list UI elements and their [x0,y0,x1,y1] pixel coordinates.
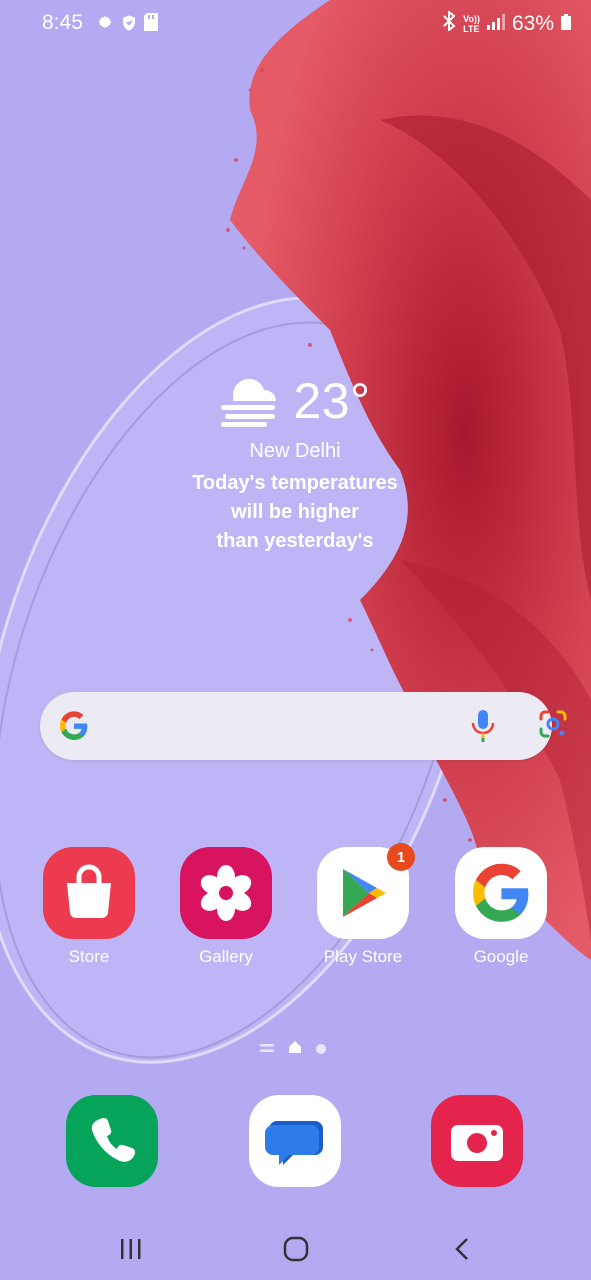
app-label: Google [473,947,529,966]
sd-card-icon [144,13,158,39]
gear-icon [96,13,114,39]
bluetooth-icon [442,9,456,37]
phone-app[interactable] [66,1095,158,1187]
weather-message-line-3: than yesterday's [216,530,374,552]
weather-header: 23° [140,370,450,432]
google-lens-icon[interactable] [537,708,569,745]
navigation-bar [0,1215,591,1280]
weather-message: Today's temperatures will be higher than… [140,469,450,556]
app-gallery[interactable]: Gallery [161,847,291,967]
home-page-icon [288,1040,302,1059]
app-label: Gallery [199,947,253,966]
app-google[interactable]: Google [436,847,566,967]
battery-percent: 63% [511,12,554,35]
wallpaper-art [0,0,591,1064]
dock [0,1095,591,1187]
page-dot-icon [316,1041,326,1059]
battery-icon [561,12,571,36]
flower-icon [180,847,272,939]
status-right-icons: Vo)) LTE 63% [442,9,571,37]
app-label: Play Store [323,947,403,966]
weather-city: New Delhi [249,440,341,462]
weather-temperature: 23° [293,373,371,429]
volte-icon: Vo)) LTE [463,14,480,34]
google-g-icon [58,710,90,747]
google-g-icon [455,847,547,939]
phone-handset-icon [66,1117,158,1191]
weather-message-line-1: Today's temperatures [192,472,398,494]
wallpaper [0,0,591,1280]
message-bubble-icon [249,1121,341,1191]
app-play-store[interactable]: 1 Play Store [298,843,428,967]
notification-badge: 1 [387,843,415,871]
recents-icon[interactable] [101,1229,161,1269]
play-triangle-icon: 1 [317,843,415,939]
weather-widget[interactable]: 23° New Delhi Today's temperatures will … [140,370,450,556]
volte-label-top: Vo)) [463,14,480,24]
fog-cloud-icon [219,371,281,432]
menu-lines-icon [260,1041,274,1059]
status-time: 8:45 [42,11,83,34]
camera-app[interactable] [431,1095,523,1187]
shopping-bag-icon [43,847,135,939]
mic-icon[interactable] [470,709,496,748]
back-icon[interactable] [432,1229,492,1269]
signal-icon [486,12,505,36]
status-left-icons [96,13,158,39]
status-bar: 8:45 Vo)) LTE 63% [0,0,591,46]
weather-message-line-2: will be higher [231,501,359,523]
home-icon[interactable] [266,1229,326,1269]
messages-app[interactable] [249,1095,341,1187]
page-indicator[interactable] [260,1040,326,1059]
app-label: Store [68,947,110,966]
app-store[interactable]: Store [24,847,154,967]
camera-icon [431,1125,523,1191]
google-search-bar[interactable] [40,692,567,760]
volte-label-bottom: LTE [463,24,480,34]
shield-icon [120,13,138,39]
